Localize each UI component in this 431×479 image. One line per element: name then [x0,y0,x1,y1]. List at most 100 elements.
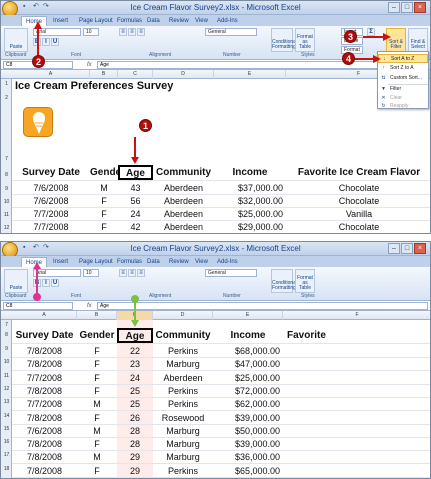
cell-gender[interactable]: F [90,208,118,220]
cell-community[interactable]: Perkins [153,345,213,357]
cell-income[interactable]: $32,000.00 [214,195,286,207]
cell-survey-date[interactable]: 7/8/2008 [12,345,77,357]
cell-community[interactable]: Marburg [153,358,213,370]
excel-window-after: ▪ ↶ ↷ Ice Cream Flavor Survey2.xlsx - Mi… [0,241,431,479]
table-row: 7/8/2008 F 26 Rosewood $39,000.00 [12,412,430,425]
arrow-head-1 [131,157,139,164]
cell-age[interactable]: 22 [117,345,153,357]
cell-survey-date[interactable]: 7/7/2008 [12,208,90,220]
cell-age[interactable]: 24 [117,372,153,384]
cell-community[interactable]: Aberdeen [153,372,213,384]
cell-gender[interactable]: F [77,438,117,450]
row-number: 11 [3,372,10,379]
cell-community[interactable]: Aberdeen [153,182,214,194]
cell-income[interactable]: $68,000.00 [213,345,283,357]
cell-gender[interactable]: F [77,385,117,397]
cell-income[interactable]: $72,000.00 [213,385,283,397]
cell-gender[interactable]: M [90,182,118,194]
cell-gender[interactable]: M [77,425,117,437]
row-number: 18 [3,465,10,472]
cell-age[interactable]: 56 [118,195,153,207]
row-number: 16 [3,439,10,446]
cell-gender[interactable]: F [77,465,117,477]
cell-community[interactable]: Perkins [153,398,213,410]
cell-gender[interactable]: F [77,372,117,384]
cell-community[interactable]: Rosewood [153,412,213,424]
cell-age[interactable]: 24 [118,208,153,220]
cell-gender[interactable]: F [90,195,118,207]
cell-income[interactable]: $47,000.00 [213,358,283,370]
cell-community[interactable]: Marburg [153,438,213,450]
cell-survey-date[interactable]: 7/7/2008 [12,372,77,384]
cell-gender[interactable]: F [90,221,118,233]
table-row: 7/7/2008 F 42 Aberdeen $29,000.00 Chocolate [12,221,430,233]
arrow-head-2 [34,21,42,29]
table-row: 7/6/2008 F 56 Aberdeen $32,000.00 Chocolate [12,195,430,208]
cell-gender[interactable]: M [77,451,117,463]
cell-income[interactable]: $62,000.00 [213,398,283,410]
cell-income[interactable]: $50,000.00 [213,425,283,437]
cell-income[interactable]: $29,000.00 [214,221,286,233]
table-row: 7/8/2008 F 28 Marburg $39,000.00 [12,438,430,452]
cell-community[interactable]: Aberdeen [153,195,214,207]
cell-income[interactable]: $36,000.00 [213,451,283,463]
cell-income[interactable]: $25,000.00 [214,208,286,220]
cell-survey-date[interactable]: 7/8/2008 [12,438,77,450]
cell-community[interactable]: Aberdeen [153,221,214,233]
row-number: 12 [3,385,10,392]
cell-age[interactable]: 25 [117,398,153,410]
pink-arrow-head [33,262,41,269]
excel-window-before: ▪ ↶ ↷ Ice Cream Flavor Survey2.xlsx - Mi… [0,0,431,234]
cell-community[interactable]: Marburg [153,451,213,463]
cell-age[interactable]: 29 [117,451,153,463]
cell-survey-date[interactable]: 7/6/2008 [12,425,77,437]
cell-age[interactable]: 28 [117,425,153,437]
cell-gender[interactable]: F [77,412,117,424]
cell-age[interactable]: 23 [117,358,153,370]
cell-gender[interactable]: F [77,345,117,357]
cell-income[interactable]: $39,000.00 [213,412,283,424]
table-row: 7/8/2008 M 29 Marburg $36,000.00 [12,451,430,465]
cell-survey-date[interactable]: 7/6/2008 [12,182,90,194]
cell-age[interactable]: 43 [118,182,153,194]
cell-community[interactable]: Marburg [153,425,213,437]
cell-gender[interactable]: F [77,358,117,370]
cell-income[interactable]: $37,000.00 [214,182,286,194]
row-number: 7 [5,322,8,328]
cell-survey-date[interactable]: 7/8/2008 [12,465,77,477]
cell-flavor[interactable]: Vanilla [286,208,430,220]
cell-gender[interactable]: M [77,398,117,410]
table-row: 7/6/2008 M 28 Marburg $50,000.00 [12,425,430,438]
cell-age[interactable]: 28 [117,438,153,450]
arrow-head-4 [373,55,381,63]
cell-age[interactable]: 29 [117,465,153,477]
table-row: 7/8/2008 F 25 Perkins $72,000.00 [12,385,430,398]
row-number: 8 [5,332,8,338]
cell-flavor[interactable]: Chocolate [286,221,430,233]
cell-survey-date[interactable]: 7/7/2008 [12,221,90,233]
cell-income[interactable]: $25,000.00 [213,372,283,384]
cell-age[interactable]: 25 [117,385,153,397]
cell-community[interactable]: Aberdeen [153,208,214,220]
table-row: 7/7/2008 F 24 Aberdeen $25,000.00 Vanilla [12,208,430,221]
cell-survey-date[interactable]: 7/6/2008 [12,195,90,207]
cell-survey-date[interactable]: 7/7/2008 [12,398,77,410]
row-number: 10 [3,359,10,366]
row-number: 13 [3,399,10,406]
cell-community[interactable]: Perkins [153,465,213,477]
cell-age[interactable]: 26 [117,412,153,424]
cell-income[interactable]: $39,000.00 [213,438,283,450]
table-row: 7/8/2008 F 23 Marburg $47,000.00 [12,358,430,372]
cell-survey-date[interactable]: 7/8/2008 [12,358,77,370]
table-row: 7/7/2008 F 24 Aberdeen $25,000.00 [12,372,430,385]
callout-3: 3 [344,30,357,43]
row-number: 14 [3,412,10,419]
cell-flavor[interactable]: Chocolate [286,195,430,207]
cell-survey-date[interactable]: 7/8/2008 [12,451,77,463]
cell-survey-date[interactable]: 7/8/2008 [12,412,77,424]
cell-flavor[interactable]: Chocolate [286,182,430,194]
cell-community[interactable]: Perkins [153,385,213,397]
cell-age[interactable]: 42 [118,221,153,233]
cell-survey-date[interactable]: 7/8/2008 [12,385,77,397]
cell-income[interactable]: $65,000.00 [213,465,283,477]
